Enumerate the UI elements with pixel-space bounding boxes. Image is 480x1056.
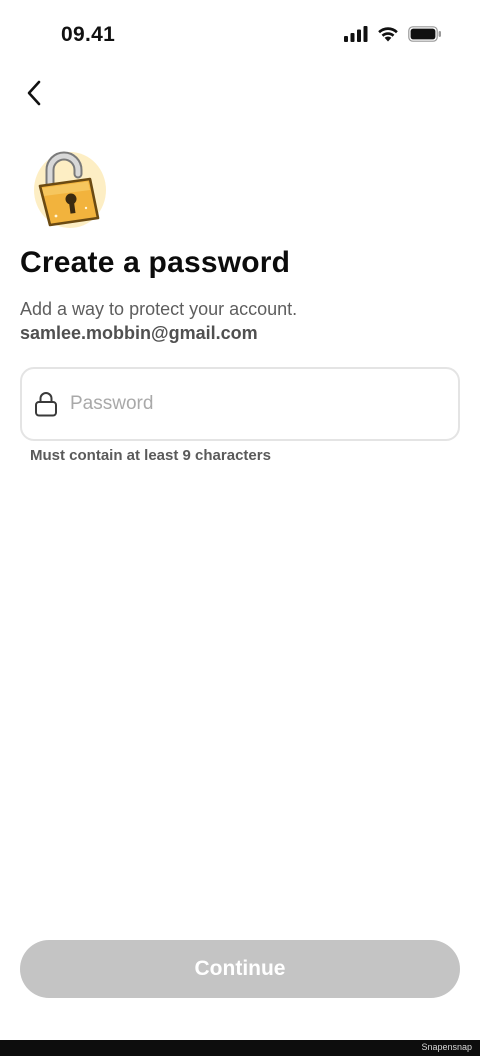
- password-input[interactable]: [70, 393, 430, 415]
- password-hint: Must contain at least 9 characters: [30, 447, 271, 464]
- chevron-left-icon: [27, 80, 41, 106]
- watermark: Snapensnap: [421, 1042, 472, 1052]
- password-field[interactable]: [20, 367, 460, 441]
- lock-icon: [35, 392, 57, 417]
- page-title: Create a password: [20, 246, 291, 279]
- back-button[interactable]: [16, 74, 52, 112]
- signal-icon: [344, 26, 368, 42]
- wifi-icon: [378, 27, 398, 42]
- battery-icon: [408, 26, 441, 42]
- padlock-illustration: [34, 151, 106, 228]
- footer-bar: Snapensnap: [0, 1040, 480, 1056]
- page-subtitle: Add a way to protect your account.: [20, 299, 298, 319]
- status-time: 09.41: [61, 23, 116, 46]
- status-bar: 09.41: [0, 0, 480, 70]
- continue-button[interactable]: Continue: [20, 940, 460, 998]
- account-email: samlee.mobbin@gmail.com: [20, 323, 258, 343]
- status-icons: [344, 26, 442, 42]
